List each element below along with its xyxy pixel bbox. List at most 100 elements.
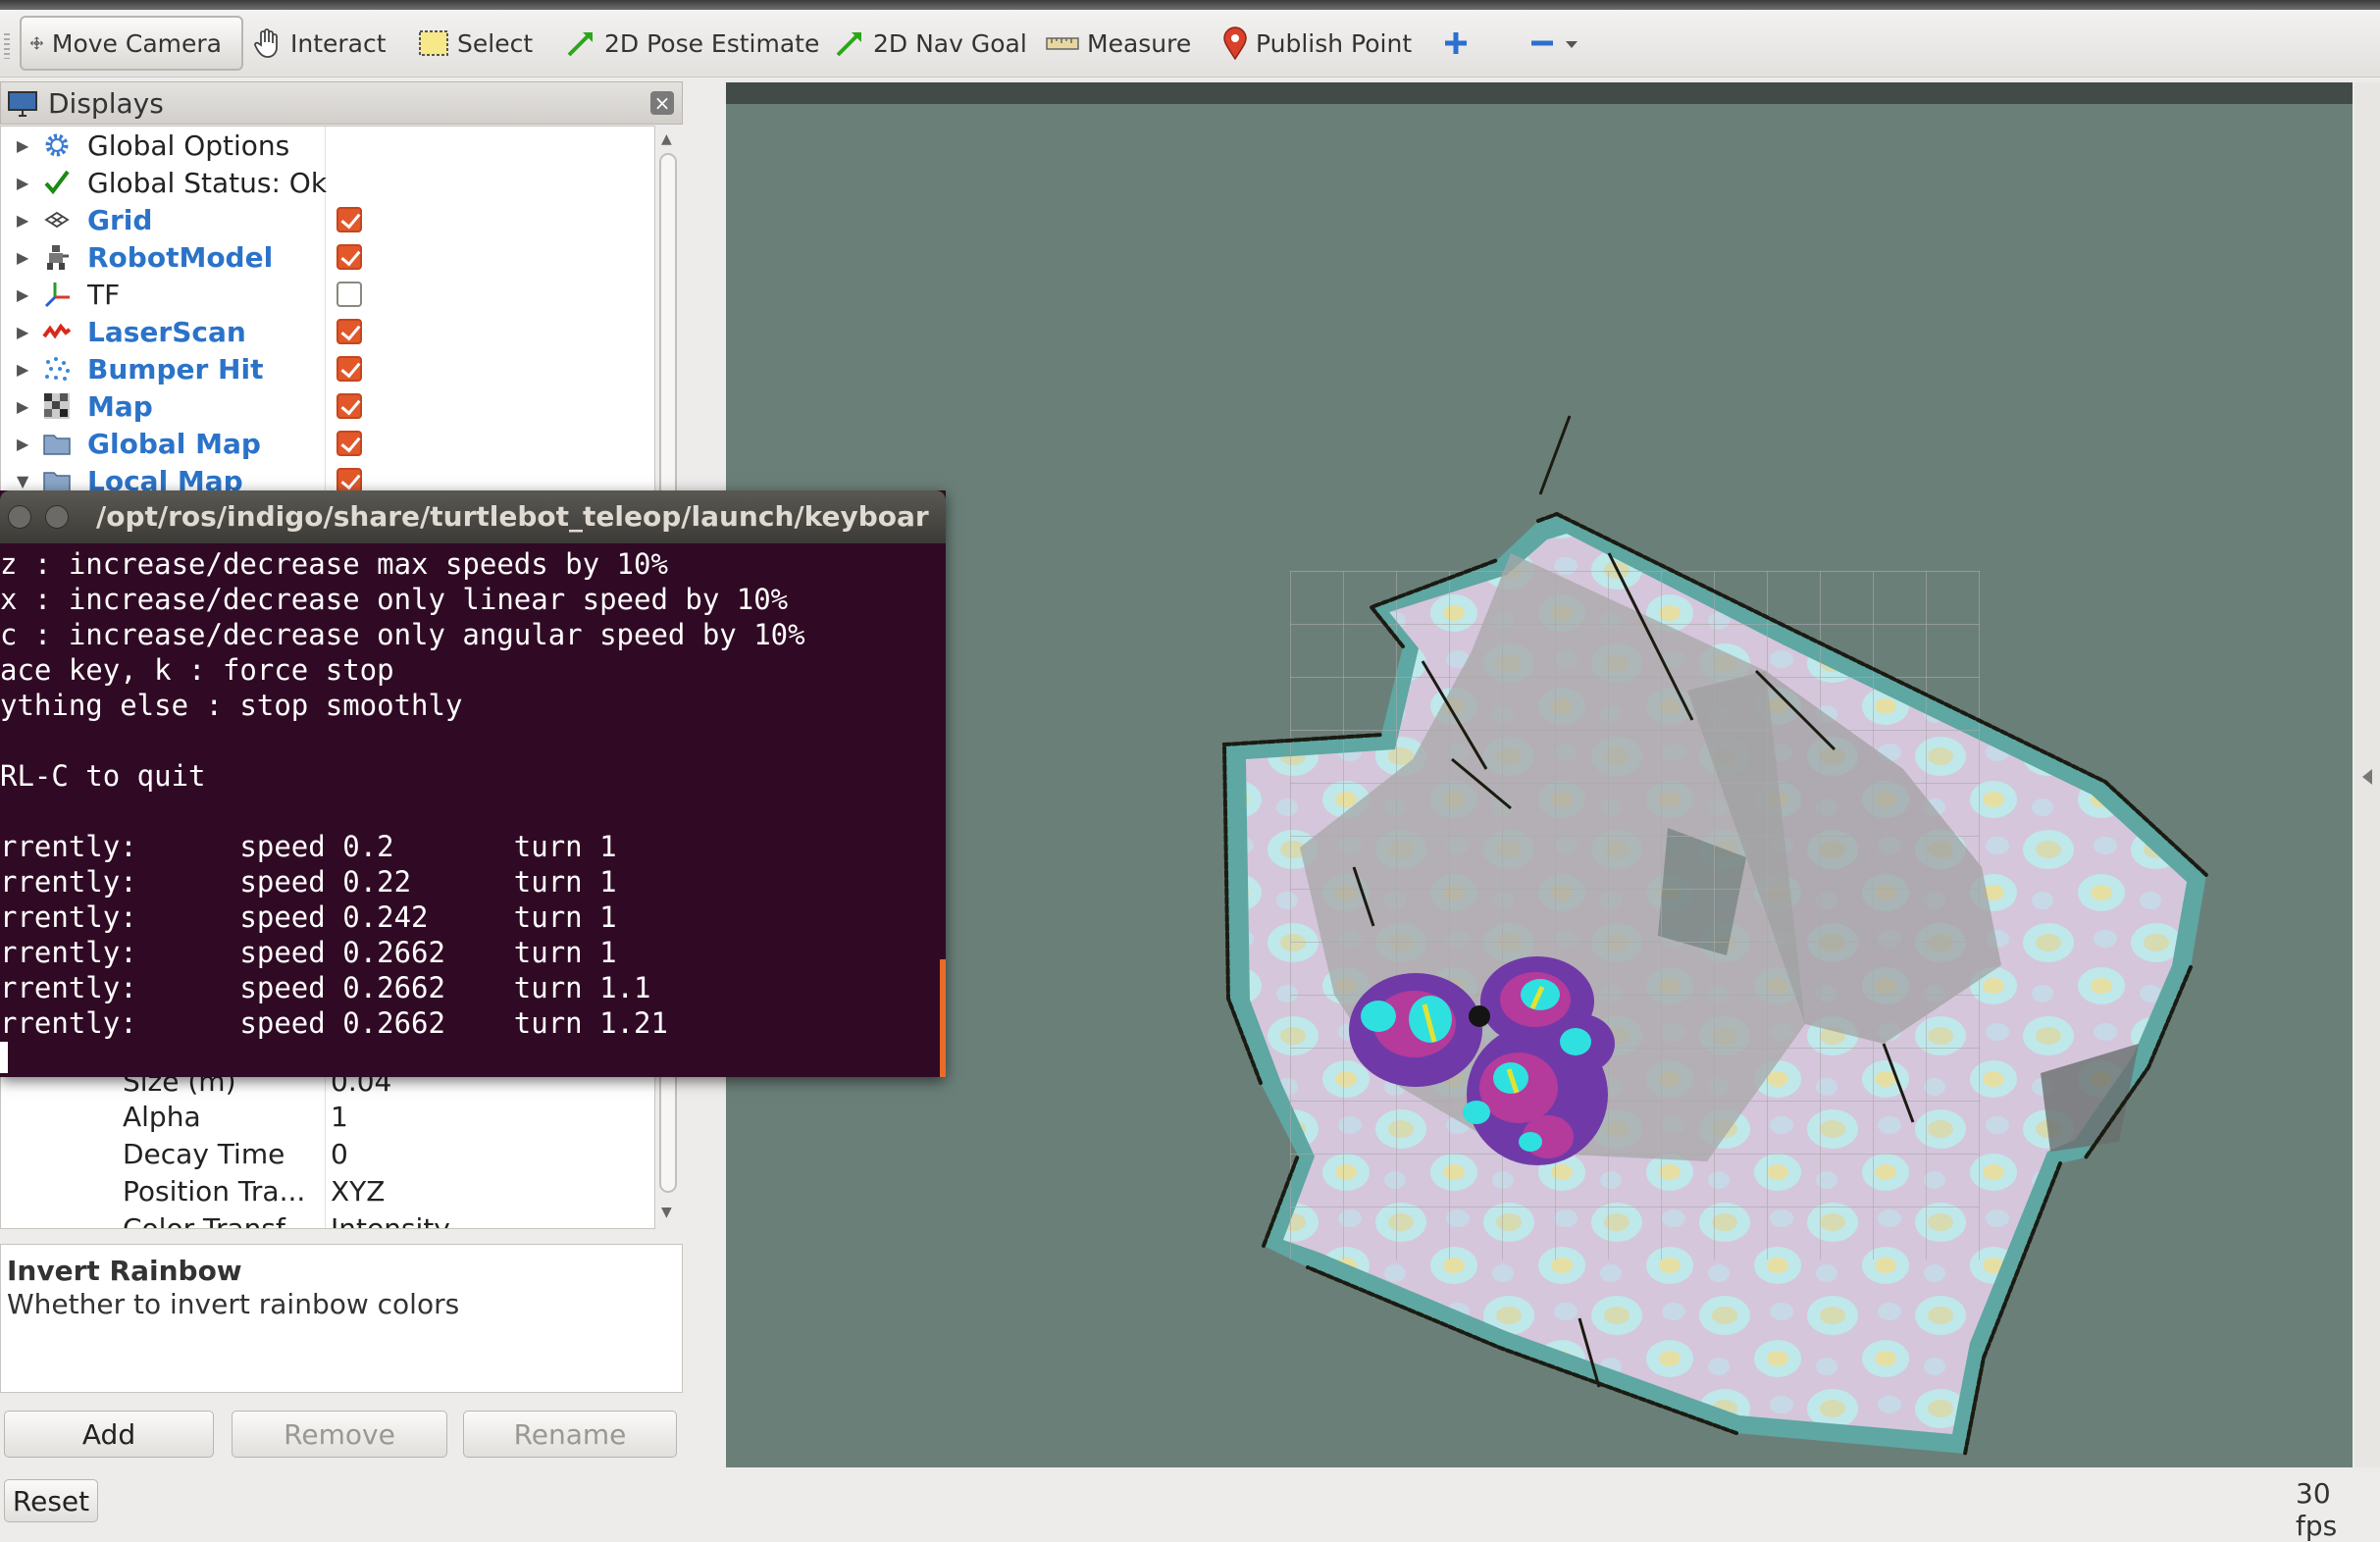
property-name: Decay Time	[123, 1138, 285, 1170]
display-enable-checkbox[interactable]	[336, 244, 362, 270]
display-laser-scan[interactable]: ▶ LaserScan	[1, 313, 648, 350]
fps-readout: 30 fps	[2296, 1477, 2338, 1542]
window-top-edge	[0, 0, 2380, 10]
hand-pointer-icon	[254, 28, 278, 58]
terminal-line: z : increase/decrease max speeds by 10%	[0, 547, 668, 581]
render-viewport[interactable]	[726, 82, 2353, 1467]
expand-arrow-icon[interactable]: ▶	[17, 360, 28, 379]
help-heading: Invert Rainbow	[7, 1255, 242, 1287]
expand-arrow-icon[interactable]: ▶	[17, 211, 28, 230]
terminal-line: ace key, k : force stop	[0, 653, 394, 687]
display-enable-checkbox[interactable]	[336, 319, 362, 344]
occupancy-map	[1221, 415, 2208, 1456]
display-bumper-hit[interactable]: ▶ Bumper Hit	[1, 350, 648, 387]
minimize-window-icon[interactable]	[8, 505, 31, 529]
tool-toolbar: Move Camera Interact Select 2D Pose Esti…	[0, 10, 2380, 77]
display-tf[interactable]: ▶ TF	[1, 276, 648, 313]
terminal-cursor	[0, 1042, 8, 1073]
chevron-down-icon	[1566, 41, 1578, 48]
property-value[interactable]: Intensity	[331, 1212, 450, 1228]
terminal-line: x : increase/decrease only linear speed …	[0, 583, 789, 616]
displays-title: Displays	[48, 87, 164, 120]
collapse-arrow-icon[interactable]: ▼	[17, 472, 28, 490]
scroll-down-icon[interactable]: ▼	[661, 1205, 672, 1220]
point-cloud-icon	[45, 357, 70, 381]
collapse-arrow-icon[interactable]	[2362, 769, 2372, 785]
display-enable-checkbox[interactable]	[336, 431, 362, 456]
remove-tool-button[interactable]	[1528, 16, 1587, 71]
display-enable-checkbox[interactable]	[336, 356, 362, 382]
terminal-scrollbar[interactable]	[940, 959, 946, 1077]
add-display-button[interactable]: Add	[4, 1411, 214, 1458]
reset-button[interactable]: Reset	[4, 1479, 98, 1522]
laser-scan-icon	[42, 323, 72, 339]
close-icon[interactable]: ×	[650, 91, 674, 115]
green-arrow-icon	[567, 31, 593, 57]
display-label: Map	[87, 390, 153, 423]
property-name: Alpha	[123, 1101, 201, 1133]
display-global-map[interactable]: ▶ Global Map	[1, 425, 648, 462]
measure-button[interactable]: Measure	[1046, 16, 1191, 71]
remove-display-button[interactable]: Remove	[232, 1411, 447, 1458]
plus-icon	[1445, 32, 1467, 54]
property-value[interactable]: 1	[331, 1101, 348, 1138]
scroll-up-icon[interactable]: ▲	[661, 131, 672, 147]
nav-goal-label: 2D Nav Goal	[873, 28, 1027, 58]
select-button[interactable]: Select	[418, 16, 533, 71]
select-box-icon	[419, 30, 448, 56]
gear-icon	[45, 133, 69, 157]
interact-button[interactable]: Interact	[253, 16, 387, 71]
add-tool-button[interactable]	[1442, 16, 1477, 71]
display-label: TF	[87, 279, 121, 311]
terminal-line: ything else : stop smoothly	[0, 689, 463, 722]
ruler-icon	[1046, 37, 1079, 50]
expand-arrow-icon[interactable]: ▶	[17, 285, 28, 304]
terminal-line: rrently: speed 0.22 turn 1	[0, 865, 617, 899]
display-label: LaserScan	[87, 316, 246, 348]
move-camera-button[interactable]: Move Camera	[20, 16, 243, 71]
displays-panel-header: Displays ×	[0, 81, 683, 125]
property-value[interactable]: XYZ	[331, 1175, 385, 1212]
nav-goal-button[interactable]: 2D Nav Goal	[834, 16, 1027, 71]
robot-marker	[1469, 1005, 1490, 1027]
terminal-titlebar[interactable]: /opt/ros/indigo/share/turtlebot_teleop/l…	[0, 490, 946, 543]
rename-display-button[interactable]: Rename	[463, 1411, 677, 1458]
toolbar-grip-handle[interactable]	[4, 33, 10, 59]
display-global-options[interactable]: ▶ Global Options	[1, 127, 648, 164]
expand-arrow-icon[interactable]: ▶	[17, 397, 28, 416]
expand-arrow-icon[interactable]: ▶	[17, 323, 28, 341]
display-label: Bumper Hit	[87, 353, 264, 386]
display-enable-checkbox[interactable]	[336, 207, 362, 232]
expand-arrow-icon[interactable]: ▶	[17, 435, 28, 453]
teleop-terminal-window[interactable]: /opt/ros/indigo/share/turtlebot_teleop/l…	[0, 490, 946, 1077]
measure-label: Measure	[1087, 28, 1192, 58]
terminal-line: c : increase/decrease only angular speed…	[0, 618, 805, 651]
property-name: Position Tra...	[123, 1175, 306, 1208]
display-label: Grid	[87, 204, 153, 236]
maximize-window-icon[interactable]	[45, 505, 69, 529]
expand-arrow-icon[interactable]: ▶	[17, 174, 28, 192]
expand-arrow-icon[interactable]: ▶	[17, 248, 28, 267]
interact-label: Interact	[290, 28, 387, 58]
property-value[interactable]: 0	[331, 1138, 348, 1175]
minus-icon	[1531, 40, 1553, 46]
pose-estimate-button[interactable]: 2D Pose Estimate	[565, 16, 819, 71]
right-panel-splitter[interactable]	[2354, 82, 2380, 1467]
expand-arrow-icon[interactable]: ▶	[17, 136, 28, 155]
map-icon	[44, 393, 70, 419]
monitor-icon	[8, 91, 37, 117]
display-enable-checkbox[interactable]	[336, 282, 362, 307]
terminal-line: rrently: speed 0.2 turn 1	[0, 830, 617, 863]
display-robot-model[interactable]: ▶ RobotModel	[1, 238, 648, 276]
display-label: Global Options	[87, 129, 290, 162]
display-global-status[interactable]: ▶ Global Status: Ok	[1, 164, 648, 201]
publish-point-button[interactable]: Publish Point	[1222, 16, 1412, 71]
terminal-title: /opt/ros/indigo/share/turtlebot_teleop/l…	[96, 500, 930, 533]
display-map[interactable]: ▶ Map	[1, 387, 648, 425]
select-label: Select	[457, 28, 534, 58]
display-grid[interactable]: ▶ Grid	[1, 201, 648, 238]
property-name: Color Transf...	[123, 1212, 310, 1229]
green-arrow-icon	[836, 31, 861, 57]
property-help-panel: Invert Rainbow Whether to invert rainbow…	[0, 1244, 683, 1393]
display-enable-checkbox[interactable]	[336, 393, 362, 419]
